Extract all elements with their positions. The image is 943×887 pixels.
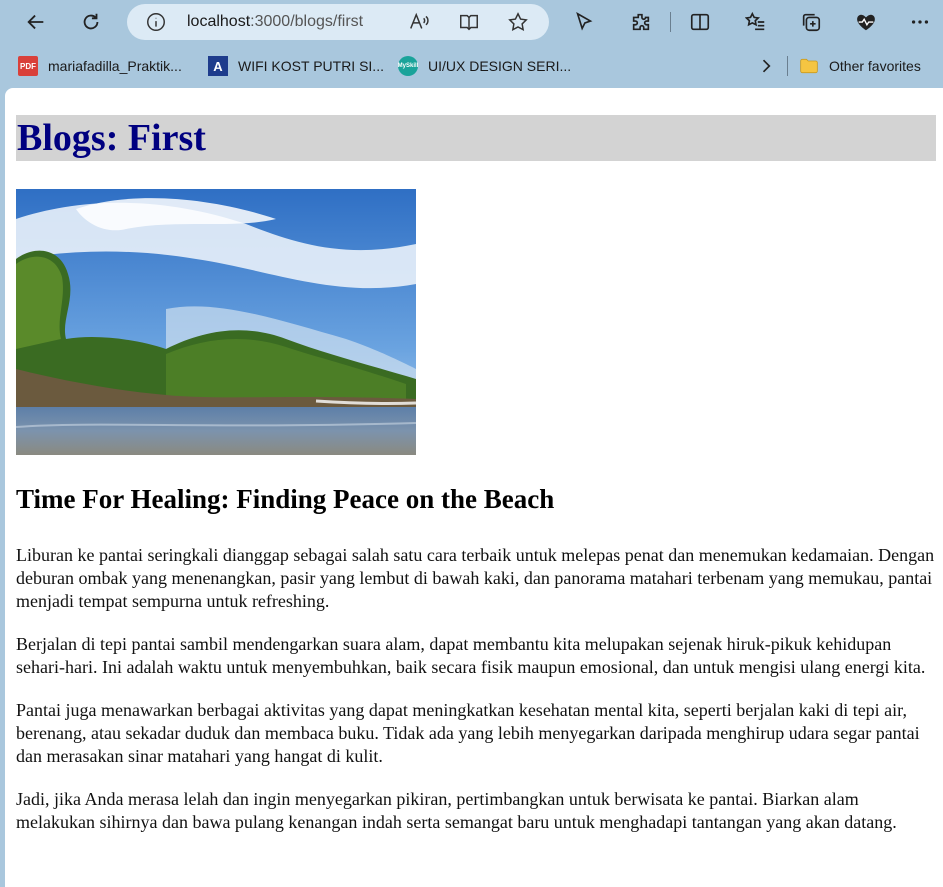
post-paragraph: Liburan ke pantai seringkali dianggap se… [16,545,935,611]
immersive-reader-icon[interactable] [457,11,481,33]
info-icon[interactable] [145,11,167,33]
bookmark-item[interactable]: PDF mariafadilla_Praktik... [18,54,182,78]
folder-icon [799,56,819,76]
bookmark-label: UI/UX DESIGN SERI... [428,58,572,74]
chevron-right-icon[interactable] [756,54,776,78]
bookmarks-divider [787,56,788,76]
bookmark-label: mariafadilla_Praktik... [48,58,182,74]
letter-a-icon: A [208,56,228,76]
post-paragraph: Berjalan di tepi pantai sambil mendengar… [16,634,926,677]
page-title-bar: Blogs: First [16,115,936,161]
post-title: Time For Healing: Finding Peace on the B… [16,484,555,514]
collections-icon[interactable] [793,5,829,39]
url-text[interactable]: localhost:3000/blogs/first [187,13,363,31]
bookmarks-bar: PDF mariafadilla_Praktik... A WIFI KOST … [0,46,943,86]
back-icon[interactable] [18,5,54,39]
myskill-icon: MySkill [398,56,418,76]
read-aloud-icon[interactable] [407,11,431,33]
favorite-star-icon[interactable] [506,11,530,33]
refresh-icon[interactable] [73,5,109,39]
post-body: Liburan ke pantai seringkali dianggap se… [16,544,936,854]
cursor-icon[interactable] [566,5,602,39]
bookmark-label: WIFI KOST PUTRI SI... [238,58,384,74]
url-path: :3000/blogs/first [250,13,364,30]
health-icon[interactable] [848,5,884,39]
bookmark-item[interactable]: MySkill UI/UX DESIGN SERI... [398,54,571,78]
other-favorites-label: Other favorites [829,58,921,74]
more-icon[interactable] [902,5,938,39]
hero-image [16,189,416,455]
pdf-icon: PDF [18,56,38,76]
bookmark-item[interactable]: A WIFI KOST PUTRI SI... [208,54,384,78]
post-paragraph: Jadi, jika Anda merasa lelah dan ingin m… [16,789,897,832]
other-favorites[interactable]: Other favorites [799,54,921,78]
url-host: localhost [187,13,251,30]
address-bar[interactable]: localhost:3000/blogs/first [127,4,549,40]
favorites-list-icon[interactable] [738,5,774,39]
post-paragraph: Pantai juga menawarkan berbagai aktivita… [16,700,920,766]
toolbar-divider [670,12,671,32]
page-title: Blogs: First [17,117,206,159]
extensions-icon[interactable] [623,5,659,39]
split-screen-icon[interactable] [682,5,718,39]
page-viewport: Blogs: First Time For Healing: Finding P… [5,88,943,887]
browser-toolbar: localhost:3000/blogs/first [0,0,943,46]
